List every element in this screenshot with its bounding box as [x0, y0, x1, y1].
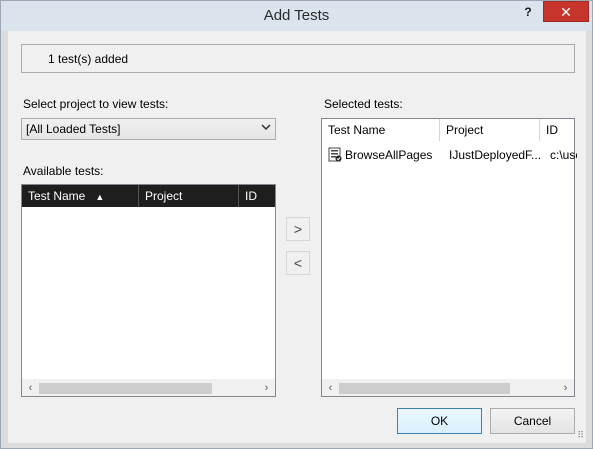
- status-text: 1 test(s) added: [48, 52, 129, 66]
- cell-test-name: BrowseAllPages: [345, 148, 433, 162]
- status-panel: 1 test(s) added: [21, 44, 575, 73]
- scroll-thumb[interactable]: [39, 383, 212, 394]
- remove-test-button[interactable]: <: [286, 251, 310, 275]
- cancel-button[interactable]: Cancel: [490, 408, 575, 434]
- selected-tests-list[interactable]: Test Name Project ID BrowseAllPages IJus…: [321, 118, 577, 397]
- selected-tests-hscrollbar[interactable]: ‹ ›: [322, 379, 574, 396]
- scroll-left-icon[interactable]: ‹: [322, 380, 339, 397]
- chevron-down-icon: [261, 123, 271, 134]
- resize-grip-icon[interactable]: ⠿: [577, 430, 584, 441]
- available-tests-label: Available tests:: [23, 164, 104, 178]
- selected-tests-label: Selected tests:: [324, 97, 403, 111]
- cell-project: IJustDeployedF...: [449, 148, 542, 162]
- column-header-label: Test Name: [28, 189, 86, 203]
- available-tests-header: Test Name ▲ Project ID: [22, 185, 275, 207]
- available-tests-list[interactable]: Test Name ▲ Project ID ‹ ›: [21, 184, 276, 397]
- available-tests-hscrollbar[interactable]: ‹ ›: [22, 379, 275, 396]
- cell-id: c:\use: [550, 148, 577, 162]
- table-row[interactable]: BrowseAllPages IJustDeployedF... c:\use: [327, 145, 577, 165]
- selected-tests-header: Test Name Project ID: [322, 119, 574, 141]
- scroll-right-icon[interactable]: ›: [557, 380, 574, 397]
- add-tests-dialog: Add Tests ? ✕ 1 test(s) added Select pro…: [0, 0, 593, 449]
- sort-ascending-icon: ▲: [95, 192, 105, 202]
- column-header-id[interactable]: ID: [239, 185, 275, 207]
- column-header-test-name[interactable]: Test Name: [322, 119, 440, 141]
- dialog-body: 1 test(s) added Select project to view t…: [8, 31, 586, 443]
- project-select-value: [All Loaded Tests]: [26, 122, 121, 136]
- column-header-id[interactable]: ID: [540, 119, 574, 141]
- close-button[interactable]: ✕: [543, 1, 589, 22]
- select-project-label: Select project to view tests:: [23, 97, 169, 111]
- dialog-title: Add Tests: [263, 7, 330, 24]
- add-test-button[interactable]: >: [286, 217, 310, 241]
- scroll-left-icon[interactable]: ‹: [22, 380, 39, 397]
- column-header-project[interactable]: Project: [139, 185, 239, 207]
- column-header-test-name[interactable]: Test Name ▲: [22, 185, 139, 207]
- scroll-thumb[interactable]: [339, 383, 510, 394]
- project-select[interactable]: [All Loaded Tests]: [21, 118, 276, 140]
- title-bar: Add Tests ? ✕: [1, 1, 592, 31]
- column-header-project[interactable]: Project: [440, 119, 540, 141]
- test-icon: [327, 147, 343, 163]
- help-button[interactable]: ?: [521, 5, 535, 21]
- scroll-right-icon[interactable]: ›: [258, 380, 275, 397]
- ok-button[interactable]: OK: [397, 408, 482, 434]
